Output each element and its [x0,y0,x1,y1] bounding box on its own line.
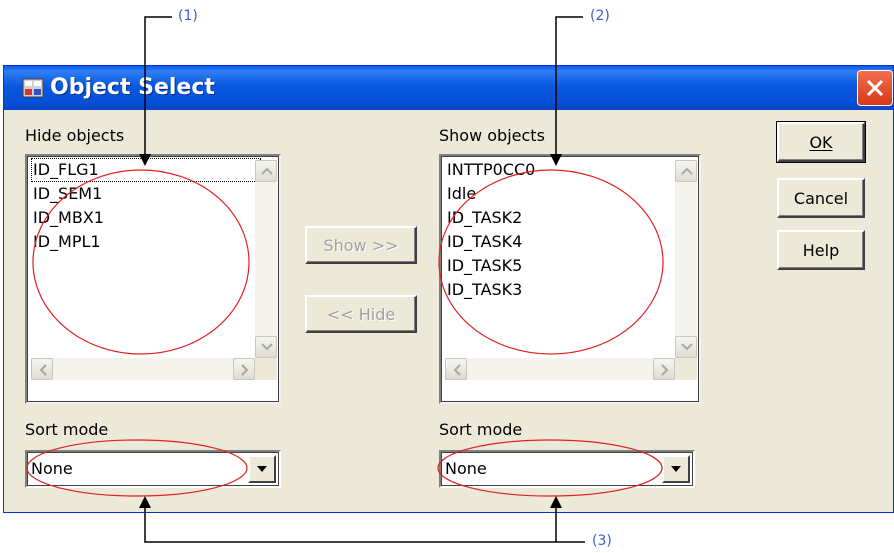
chevron-down-icon [671,466,681,472]
chevron-down-icon [261,343,273,351]
callout-label-1: (1) [178,8,198,24]
chevron-down-icon [681,343,693,351]
cancel-button-label: Cancel [793,188,849,208]
hide-sort-dropdown-button[interactable] [248,455,276,483]
hide-objects-label: Hide objects [25,126,125,145]
hide-list-horizontal-scrollbar[interactable] [31,358,255,380]
object-select-dialog: Object Select Hide objects ID_FLG1 ID_SE… [3,65,894,513]
show-sort-mode-value: None [445,459,487,478]
show-objects-listbox[interactable]: INTTP0CC0 Idle ID_TASK2 ID_TASK4 ID_TASK… [439,154,701,404]
hide-sort-mode-value: None [31,459,73,478]
show-sort-mode-select[interactable]: None [439,450,695,488]
chevron-left-icon [39,364,47,376]
scroll-corner [675,358,697,380]
scroll-right-button[interactable] [653,358,675,380]
help-button-label: Help [802,240,840,260]
close-icon [866,79,884,97]
show-objects-label: Show objects [439,126,545,145]
object-select-app-icon [22,78,44,98]
show-sort-dropdown-button[interactable] [662,455,690,483]
list-item[interactable]: ID_SEM1 [31,182,261,206]
show-list-vertical-scrollbar[interactable] [675,160,697,358]
scroll-up-button[interactable] [255,160,277,182]
help-button[interactable]: Help [777,230,865,270]
list-item[interactable]: Idle [445,182,537,206]
scroll-down-button[interactable] [255,336,277,358]
scroll-right-button[interactable] [233,358,255,380]
ok-button[interactable]: OK [776,121,866,163]
chevron-down-icon [257,466,267,472]
chevron-right-icon [241,364,249,376]
show-list-horizontal-scrollbar[interactable] [445,358,675,380]
list-item[interactable]: ID_TASK5 [445,254,537,278]
scroll-down-button[interactable] [675,336,697,358]
ok-button-label: OK [809,132,833,152]
hide-list-vertical-scrollbar[interactable] [255,160,277,358]
chevron-up-icon [261,167,273,175]
list-item[interactable]: ID_MPL1 [31,230,261,254]
cancel-button[interactable]: Cancel [777,178,865,218]
hide-sort-mode-label: Sort mode [25,420,109,439]
show-objects-items: INTTP0CC0 Idle ID_TASK2 ID_TASK4 ID_TASK… [445,158,537,302]
window-title: Object Select [50,75,215,100]
hide-objects-items: ID_FLG1 ID_SEM1 ID_MBX1 ID_MPL1 [31,158,261,254]
hide-sort-mode-select[interactable]: None [25,450,281,488]
title-bar[interactable]: Object Select [4,66,893,110]
scroll-left-button[interactable] [31,358,53,380]
chevron-right-icon [661,364,669,376]
list-item[interactable]: ID_FLG1 [31,158,261,182]
show-sort-mode-label: Sort mode [439,420,523,439]
chevron-up-icon [681,167,693,175]
show-button[interactable]: Show >> [305,226,417,264]
list-item[interactable]: ID_TASK3 [445,278,537,302]
scroll-up-button[interactable] [675,160,697,182]
callout-label-3: (3) [592,533,612,549]
callout-label-2: (2) [590,8,610,24]
chevron-left-icon [453,364,461,376]
list-item[interactable]: ID_TASK4 [445,230,537,254]
list-item[interactable]: INTTP0CC0 [445,158,537,182]
list-item[interactable]: ID_TASK2 [445,206,537,230]
list-item[interactable]: ID_MBX1 [31,206,261,230]
hide-objects-listbox[interactable]: ID_FLG1 ID_SEM1 ID_MBX1 ID_MPL1 [25,154,281,404]
hide-button[interactable]: << Hide [305,295,417,333]
scroll-corner [255,358,277,380]
scroll-left-button[interactable] [445,358,467,380]
close-button[interactable] [857,70,893,106]
